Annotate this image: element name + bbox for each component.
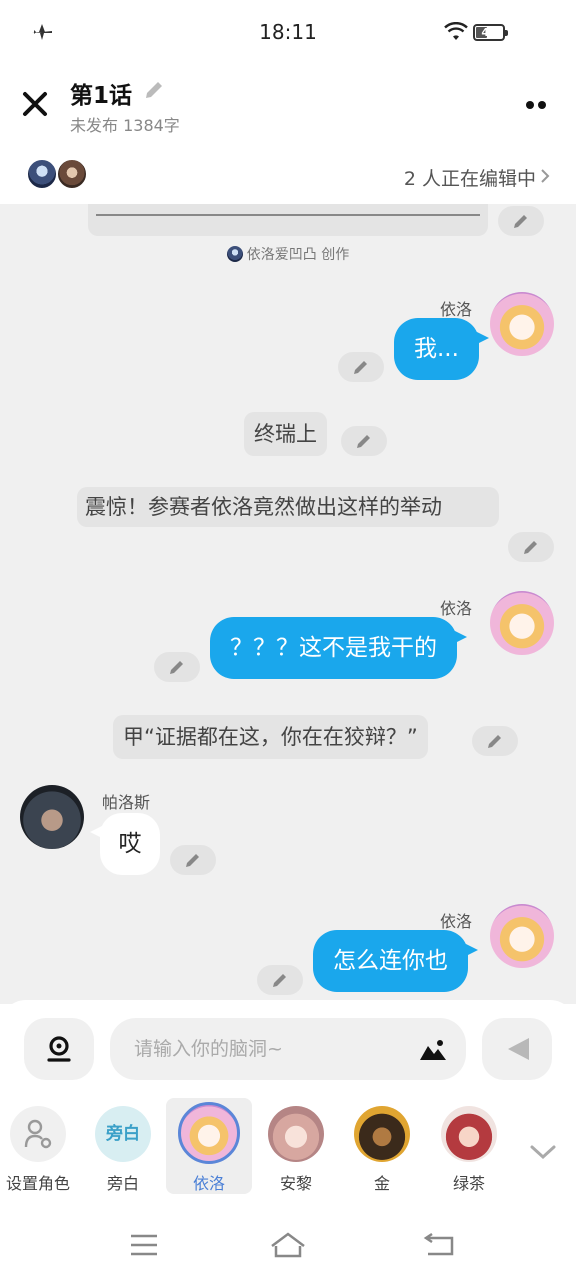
edit-message-button[interactable] — [341, 426, 387, 456]
role-name: 金 — [373, 1174, 390, 1193]
chevron-down-icon[interactable] — [528, 1142, 558, 1162]
back-icon[interactable] — [422, 1230, 458, 1260]
add-person-icon — [24, 1119, 52, 1149]
edit-message-button[interactable] — [508, 532, 554, 562]
edit-message-button[interactable] — [154, 652, 200, 682]
collaborator-avatar — [56, 158, 88, 190]
battery-icon: 41 — [473, 24, 508, 41]
dialogue-bubble[interactable]: 哎 — [90, 813, 160, 875]
role-narrator[interactable]: 旁白 旁白 — [80, 1098, 166, 1194]
system-nav-bar — [0, 1220, 576, 1280]
voice-icon — [47, 1036, 71, 1062]
character-avatar — [178, 1102, 240, 1164]
narrator-avatar: 旁白 — [95, 1106, 151, 1162]
pencil-icon — [354, 361, 367, 374]
more-options-button[interactable] — [526, 94, 556, 110]
pencil-icon — [514, 215, 527, 228]
role-yiluo[interactable]: 依洛 — [166, 1098, 252, 1194]
speaker-name: 帕洛斯 — [102, 793, 151, 812]
status-bar: 18:11 41 — [0, 0, 576, 66]
collaborator-avatar — [26, 158, 58, 190]
set-role-avatar — [10, 1106, 66, 1162]
creator-avatar — [226, 246, 243, 262]
role-name: 绿茶 — [452, 1174, 485, 1193]
character-avatar — [441, 1106, 497, 1162]
menu-icon[interactable] — [126, 1230, 162, 1260]
home-icon[interactable] — [270, 1230, 306, 1260]
narration-bubble[interactable]: 震惊！参赛者依洛竟然做出这样的举动 — [77, 487, 499, 527]
role-name: 依洛 — [192, 1174, 225, 1193]
voice-button[interactable] — [24, 1018, 94, 1080]
speaker-name: 依洛 — [440, 912, 473, 931]
collaborators-bar[interactable]: 2 人正在编辑中 — [0, 148, 576, 204]
character-avatar[interactable] — [490, 591, 554, 655]
character-avatar — [354, 1106, 410, 1162]
role-name: 旁白 — [106, 1174, 139, 1193]
narration-bubble[interactable]: 甲“证据都在这，你在在狡辩？” — [113, 715, 428, 759]
speaker-name: 依洛 — [440, 300, 473, 319]
close-icon[interactable] — [20, 86, 50, 120]
speaker-name: 依洛 — [440, 599, 473, 618]
send-icon — [508, 1038, 529, 1060]
dialogue-bubble[interactable]: 怎么连你也 — [313, 930, 478, 992]
role-jin[interactable]: 金 — [339, 1098, 425, 1194]
narration-bubble[interactable] — [88, 204, 488, 236]
edit-title-icon[interactable] — [142, 78, 166, 102]
pencil-icon — [488, 735, 501, 748]
role-anli[interactable]: 安黎 — [253, 1098, 339, 1194]
edit-message-button[interactable] — [498, 206, 544, 236]
role-selector: 设置角色 旁白 旁白 依洛 安黎 金 绿茶 — [0, 1098, 576, 1198]
editor-header: 第1话 未发布 1384字 — [0, 66, 576, 148]
pencil-icon — [524, 541, 537, 554]
pencil-icon — [273, 974, 286, 987]
story-input[interactable] — [110, 1018, 466, 1080]
chat-area[interactable]: 依洛爱凹凸 创作 依洛 我... 终瑞上 震惊！参赛者依洛竟然做出这样的举动 依… — [0, 204, 576, 1004]
pencil-icon — [357, 435, 370, 448]
role-lvcha[interactable]: 绿茶 — [426, 1098, 512, 1194]
dialogue-bubble[interactable]: ？？？这不是我干的 — [210, 617, 467, 679]
edit-message-button[interactable] — [170, 845, 216, 875]
role-name: 设置角色 — [5, 1174, 70, 1193]
image-icon[interactable] — [418, 1036, 448, 1062]
battery-level: 41 — [481, 26, 497, 39]
character-avatar[interactable] — [490, 292, 554, 356]
wifi-icon — [444, 22, 468, 40]
pencil-icon — [170, 661, 183, 674]
edit-message-button[interactable] — [338, 352, 384, 382]
more-dot-icon — [526, 101, 534, 109]
send-button[interactable] — [482, 1018, 552, 1080]
creator-credit-text: 依洛爱凹凸 创作 — [246, 247, 350, 263]
character-avatar[interactable] — [20, 785, 84, 849]
more-dot-icon — [538, 101, 546, 109]
character-avatar[interactable] — [490, 904, 554, 968]
edit-message-button[interactable] — [257, 965, 303, 995]
page-title: 第1话 — [70, 83, 133, 109]
edit-message-button[interactable] — [472, 726, 518, 756]
chevron-right-icon — [541, 169, 550, 183]
pencil-icon — [186, 854, 199, 867]
publish-status: 未发布 1384字 — [70, 116, 180, 135]
collaborators-label: 2 人正在编辑中 — [403, 168, 536, 190]
role-name: 安黎 — [279, 1174, 312, 1193]
divider-line — [96, 214, 480, 216]
narration-bubble[interactable]: 终瑞上 — [244, 412, 327, 456]
dialogue-bubble[interactable]: 我... — [394, 318, 489, 380]
role-set-character[interactable]: 设置角色 — [0, 1098, 81, 1194]
creator-credit: 依洛爱凹凸 创作 — [0, 244, 576, 264]
character-avatar — [268, 1106, 324, 1162]
